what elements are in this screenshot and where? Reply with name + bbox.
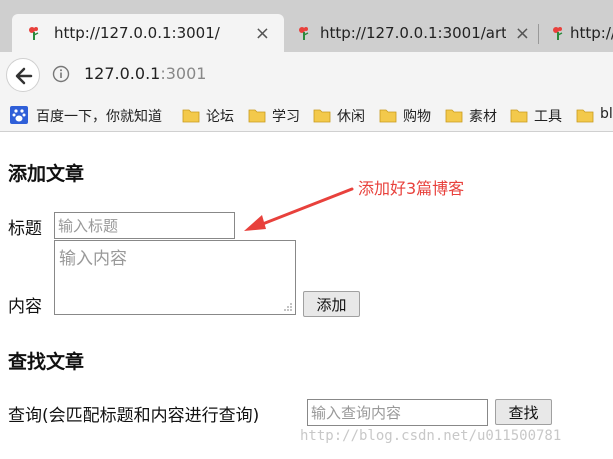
favicon-icon <box>299 27 309 40</box>
folder-icon <box>576 109 594 123</box>
address-bar[interactable]: 127.0.0.1:3001 <box>84 64 206 83</box>
content-textarea[interactable] <box>54 240 296 315</box>
folder-icon <box>379 109 397 123</box>
close-icon[interactable]: × <box>515 23 530 44</box>
bookmark-label: 工具 <box>534 109 562 125</box>
tab-title: http://127.0.0.1:3001/article <box>320 24 506 42</box>
page-content: 添加文章 标题 添加好3篇博客 内容 添加 查找文章 查询(会匹配标题和内容进行… <box>0 133 613 459</box>
query-input[interactable] <box>307 399 488 426</box>
baidu-paw-icon <box>10 106 28 124</box>
bookmark-label: 休闲 <box>337 109 365 125</box>
query-label: 查询(会匹配标题和内容进行查询) <box>8 406 260 426</box>
folder-icon <box>182 109 200 123</box>
back-arrow-icon <box>15 67 33 85</box>
tab-separator <box>538 24 539 44</box>
folder-icon <box>248 109 266 123</box>
bookmark-label: 百度一下，你就知道 <box>36 109 162 125</box>
add-article-heading: 添加文章 <box>8 163 85 185</box>
content-label: 内容 <box>8 297 42 317</box>
tab-title: http://127.0.0.1:3001/ <box>54 24 220 42</box>
watermark: http://blog.csdn.net/u011500781 <box>300 428 562 444</box>
tab-title: http:// <box>570 24 613 42</box>
folder-icon <box>445 109 463 123</box>
bookmark-label: 素材 <box>469 109 497 125</box>
tab-home[interactable]: http://127.0.0.1:3001/ × <box>12 14 284 52</box>
favicon-icon <box>29 27 39 40</box>
close-icon[interactable]: × <box>255 23 270 44</box>
bookmark-label: 学习 <box>272 109 300 125</box>
bookmark-label: 论坛 <box>206 109 234 125</box>
tab-article[interactable]: http://127.0.0.1:3001/article × <box>286 14 536 52</box>
add-button[interactable]: 添加 <box>303 291 360 317</box>
back-button[interactable] <box>6 58 40 92</box>
title-label: 标题 <box>8 219 42 239</box>
url-host: 127.0.0.1 <box>84 64 161 83</box>
bookmark-label: bl <box>600 106 613 122</box>
info-icon[interactable] <box>52 65 70 83</box>
bookmarks-bar: 百度一下，你就知道 论坛 学习 休闲 购物 素材 工具 bl <box>0 98 613 132</box>
tab-third[interactable]: http:// <box>540 14 613 52</box>
bookmark-label: 购物 <box>403 109 431 125</box>
folder-icon <box>510 109 528 123</box>
browser-toolbar: 127.0.0.1:3001 <box>0 52 613 98</box>
folder-icon <box>313 109 331 123</box>
search-article-heading: 查找文章 <box>8 351 85 373</box>
annotation-text: 添加好3篇博客 <box>358 179 465 198</box>
favicon-icon <box>553 27 563 40</box>
title-input[interactable] <box>54 212 235 239</box>
search-button[interactable]: 查找 <box>495 399 552 425</box>
bookmark-folder-bl[interactable]: bl <box>576 106 613 126</box>
resize-grip-icon[interactable] <box>283 302 293 312</box>
annotation-arrow <box>244 187 354 231</box>
tab-strip: http://127.0.0.1:3001/ × http://127.0.0.… <box>0 0 613 52</box>
url-port: :3001 <box>160 64 207 83</box>
